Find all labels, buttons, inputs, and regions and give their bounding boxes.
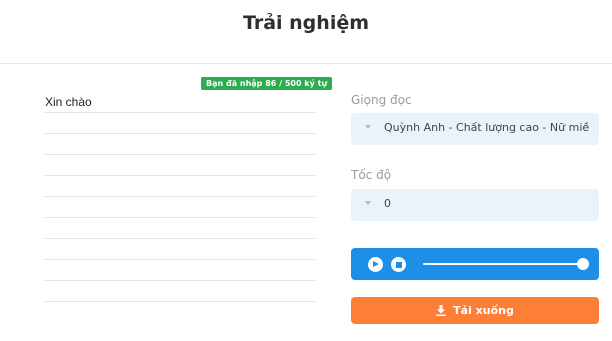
play-icon bbox=[373, 261, 379, 267]
text-input-area[interactable]: Xin chào bbox=[44, 92, 315, 322]
header-divider bbox=[0, 63, 612, 64]
caret-down-icon bbox=[365, 201, 371, 205]
voice-select-value: Quỳnh Anh - Chất lượng cao - Nữ miề bbox=[384, 121, 590, 134]
play-button[interactable] bbox=[368, 257, 383, 272]
caret-down-icon bbox=[365, 125, 371, 129]
slider-thumb[interactable] bbox=[577, 258, 589, 270]
speed-label: Tốc độ bbox=[351, 168, 392, 182]
download-icon bbox=[436, 305, 447, 316]
voice-label: Giọng đọc bbox=[351, 93, 412, 107]
speed-select-value: 0 bbox=[384, 197, 391, 210]
download-label: Tải xuống bbox=[453, 304, 514, 317]
audio-player bbox=[351, 248, 599, 280]
stop-icon bbox=[395, 261, 402, 268]
voice-select[interactable]: Quỳnh Anh - Chất lượng cao - Nữ miề bbox=[351, 113, 599, 145]
progress-slider[interactable] bbox=[423, 258, 589, 270]
download-button[interactable]: Tải xuống bbox=[351, 297, 599, 324]
char-count-badge: Bạn đã nhập 86 / 500 ký tự bbox=[201, 77, 333, 90]
stop-button[interactable] bbox=[391, 257, 406, 272]
speed-select[interactable]: 0 bbox=[351, 189, 599, 221]
text-input-value[interactable]: Xin chào bbox=[45, 95, 92, 109]
page-title: Trải nghiệm bbox=[242, 12, 370, 34]
